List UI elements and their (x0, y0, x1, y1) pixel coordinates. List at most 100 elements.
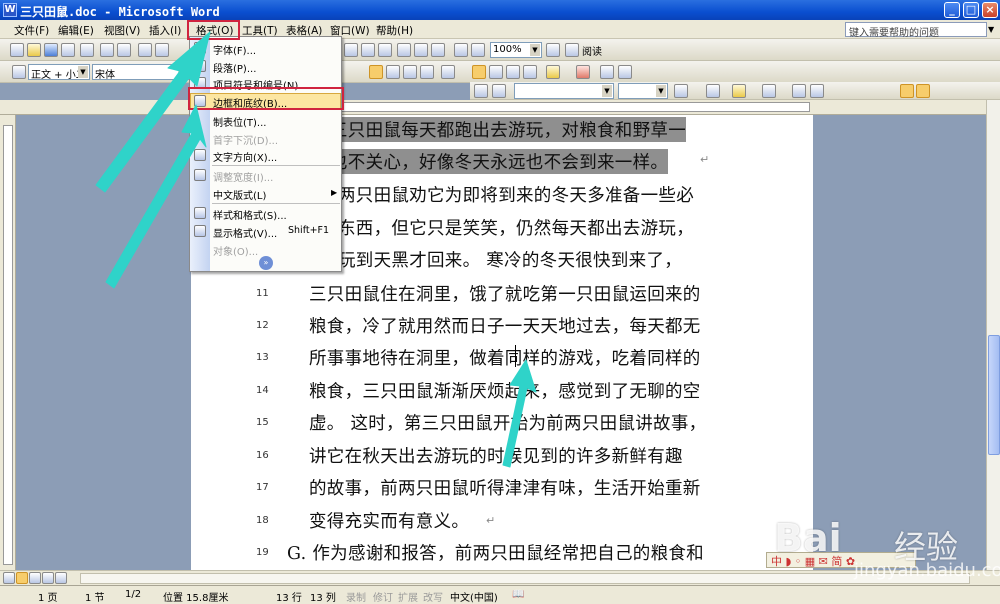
drawing-icon[interactable] (414, 43, 428, 57)
ink-icon[interactable] (471, 43, 485, 57)
reading-view-icon[interactable] (55, 572, 67, 584)
bullets-icon[interactable] (489, 65, 503, 79)
phonetic-guide-icon[interactable] (600, 65, 614, 79)
menu-item-text-direction[interactable]: 文字方向(X)... (213, 149, 277, 164)
font-select[interactable]: 宋体 ▼ (92, 64, 190, 81)
open-icon[interactable] (27, 43, 41, 57)
style-select[interactable]: 正文 + 小二 ▼ (28, 64, 90, 81)
text-cursor (515, 345, 516, 367)
border-color-icon[interactable] (674, 84, 688, 98)
menu-item-asian-layout[interactable]: 中文版式(L) (213, 187, 266, 202)
spelling-icon[interactable] (138, 43, 152, 57)
doc-line-1[interactable]: 三只田鼠每天都跑出去游玩，对粮食和野草一 (330, 117, 686, 142)
numbering-icon[interactable] (472, 65, 486, 79)
web-view-icon[interactable] (16, 572, 28, 584)
scrollbar-thumb[interactable] (988, 335, 1000, 455)
word-app-icon[interactable]: W (3, 3, 17, 17)
line-style-select[interactable]: ▼ (514, 83, 614, 99)
highlight-icon[interactable] (546, 65, 560, 79)
doc-line-16[interactable]: 讲它在秋天出去游玩的时候见到的许多新鲜有趣 (309, 443, 683, 468)
decrease-indent-icon[interactable] (506, 65, 520, 79)
menu-item-reveal-formatting[interactable]: 显示格式(V)... (213, 225, 277, 240)
vertical-scrollbar[interactable] (986, 100, 1000, 570)
increase-indent-icon[interactable] (523, 65, 537, 79)
outline-view-icon[interactable] (42, 572, 54, 584)
line-weight-select[interactable]: ▼ (618, 83, 668, 99)
enclose-characters-icon[interactable] (618, 65, 632, 79)
borders-icon[interactable] (706, 84, 720, 98)
draw-table-icon[interactable] (474, 84, 488, 98)
standard-toolbar: 100% ▼ 阅读 (0, 39, 1000, 61)
document-map-icon[interactable] (431, 43, 445, 57)
shading-color-icon[interactable] (732, 84, 746, 98)
distribute-icon[interactable] (420, 65, 434, 79)
eraser-icon[interactable] (492, 84, 506, 98)
menu-view[interactable]: 视图(V) (104, 23, 140, 38)
split-cells-icon[interactable] (810, 84, 824, 98)
doc-line-18[interactable]: 变得充实而有意义。 (309, 508, 469, 533)
help-search-input[interactable]: 键入需要帮助的问题 (845, 22, 987, 39)
research-icon[interactable] (155, 43, 169, 57)
doc-line-11[interactable]: 三只田鼠住在洞里，饿了就吃第一只田鼠运回来的 (309, 281, 701, 306)
permission-icon[interactable] (61, 43, 75, 57)
email-icon[interactable] (80, 43, 94, 57)
normal-view-icon[interactable] (3, 572, 15, 584)
autoformat-icon[interactable] (900, 84, 914, 98)
reading-button[interactable]: 阅读 (582, 43, 602, 58)
menu-item-paragraph[interactable]: 段落(P)... (213, 60, 256, 75)
doc-line-5[interactable]: 玩到天黑才回来。 寒冷的冬天很快到来了， (338, 247, 682, 272)
doc-line-13[interactable]: 所事事地待在洞里，做着同样的游戏，吃着同样的 (309, 345, 701, 370)
maximize-button[interactable]: □ (963, 2, 979, 18)
doc-line-4[interactable]: 东西，但它只是笑笑，仍然每天都出去游玩， (338, 215, 694, 240)
status-track[interactable]: 修订 (373, 589, 393, 604)
columns-icon[interactable] (397, 43, 411, 57)
status-record[interactable]: 录制 (346, 589, 366, 604)
print-preview-icon[interactable] (117, 43, 131, 57)
menu-item-styles[interactable]: 样式和格式(S)... (213, 207, 287, 222)
doc-line-19[interactable]: G. 作为感谢和报答，前两只田鼠经常把自己的粮食和 (287, 540, 704, 565)
menu-item-tabs[interactable]: 制表位(T)... (213, 114, 266, 129)
expand-menu-icon[interactable]: » (259, 256, 273, 270)
excel-icon[interactable] (378, 43, 392, 57)
menu-file[interactable]: 文件(F) (14, 23, 49, 38)
doc-line-14[interactable]: 粮食，三只田鼠渐渐厌烦起来，感觉到了无聊的空 (309, 378, 701, 403)
line-spacing-icon[interactable] (441, 65, 455, 79)
align-justify-icon[interactable] (369, 65, 383, 79)
status-position: 位置 15.8厘米 (163, 593, 229, 604)
styles-formatting-icon[interactable] (12, 65, 26, 79)
print-view-icon[interactable] (29, 572, 41, 584)
horizontal-ruler[interactable] (0, 100, 1000, 115)
minimize-button[interactable]: _ (944, 2, 960, 18)
font-color-icon[interactable] (576, 65, 590, 79)
help-icon[interactable] (546, 43, 560, 57)
save-icon[interactable] (44, 43, 58, 57)
table-autofit-icon[interactable] (916, 84, 930, 98)
doc-line-2[interactable]: 也不关心，好像冬天永远也不会到来一样。 (330, 149, 669, 174)
insert-table-icon[interactable] (361, 43, 375, 57)
menu-help[interactable]: 帮助(H) (376, 23, 413, 38)
zoom-select[interactable]: 100% ▼ (490, 42, 542, 58)
menu-item-font[interactable]: 字体(F)... (213, 42, 256, 57)
table-icon[interactable] (344, 43, 358, 57)
read-icon[interactable] (565, 43, 579, 57)
spelling-status-icon[interactable]: 📖 (512, 589, 524, 600)
merge-cells-icon[interactable] (792, 84, 806, 98)
new-document-icon[interactable] (10, 43, 24, 57)
show-hide-icon[interactable] (454, 43, 468, 57)
doc-line-12[interactable]: 粮食，冷了就用然而日子一天天地过去，每天都无 (309, 313, 701, 338)
help-dropdown-icon[interactable]: ▼ (988, 25, 994, 34)
vertical-ruler[interactable] (0, 115, 16, 570)
doc-line-17[interactable]: 的故事，前两只田鼠听得津津有味，生活开始重新 (309, 475, 701, 500)
menu-edit[interactable]: 编辑(E) (58, 23, 94, 38)
status-overwrite[interactable]: 改写 (423, 589, 443, 604)
print-icon[interactable] (100, 43, 114, 57)
status-extend[interactable]: 扩展 (398, 589, 418, 604)
menu-insert[interactable]: 插入(I) (149, 23, 181, 38)
align-right-icon[interactable] (403, 65, 417, 79)
align-center-icon[interactable] (386, 65, 400, 79)
doc-line-15[interactable]: 虚。 这时，第三只田鼠开始为前两只田鼠讲故事， (309, 410, 706, 435)
doc-line-3[interactable]: 两只田鼠劝它为即将到来的冬天多准备一些必 (338, 182, 694, 207)
font-dropdown-icon: ▼ (178, 66, 188, 78)
insert-table-grid-icon[interactable] (762, 84, 776, 98)
close-button[interactable]: × (982, 2, 998, 18)
